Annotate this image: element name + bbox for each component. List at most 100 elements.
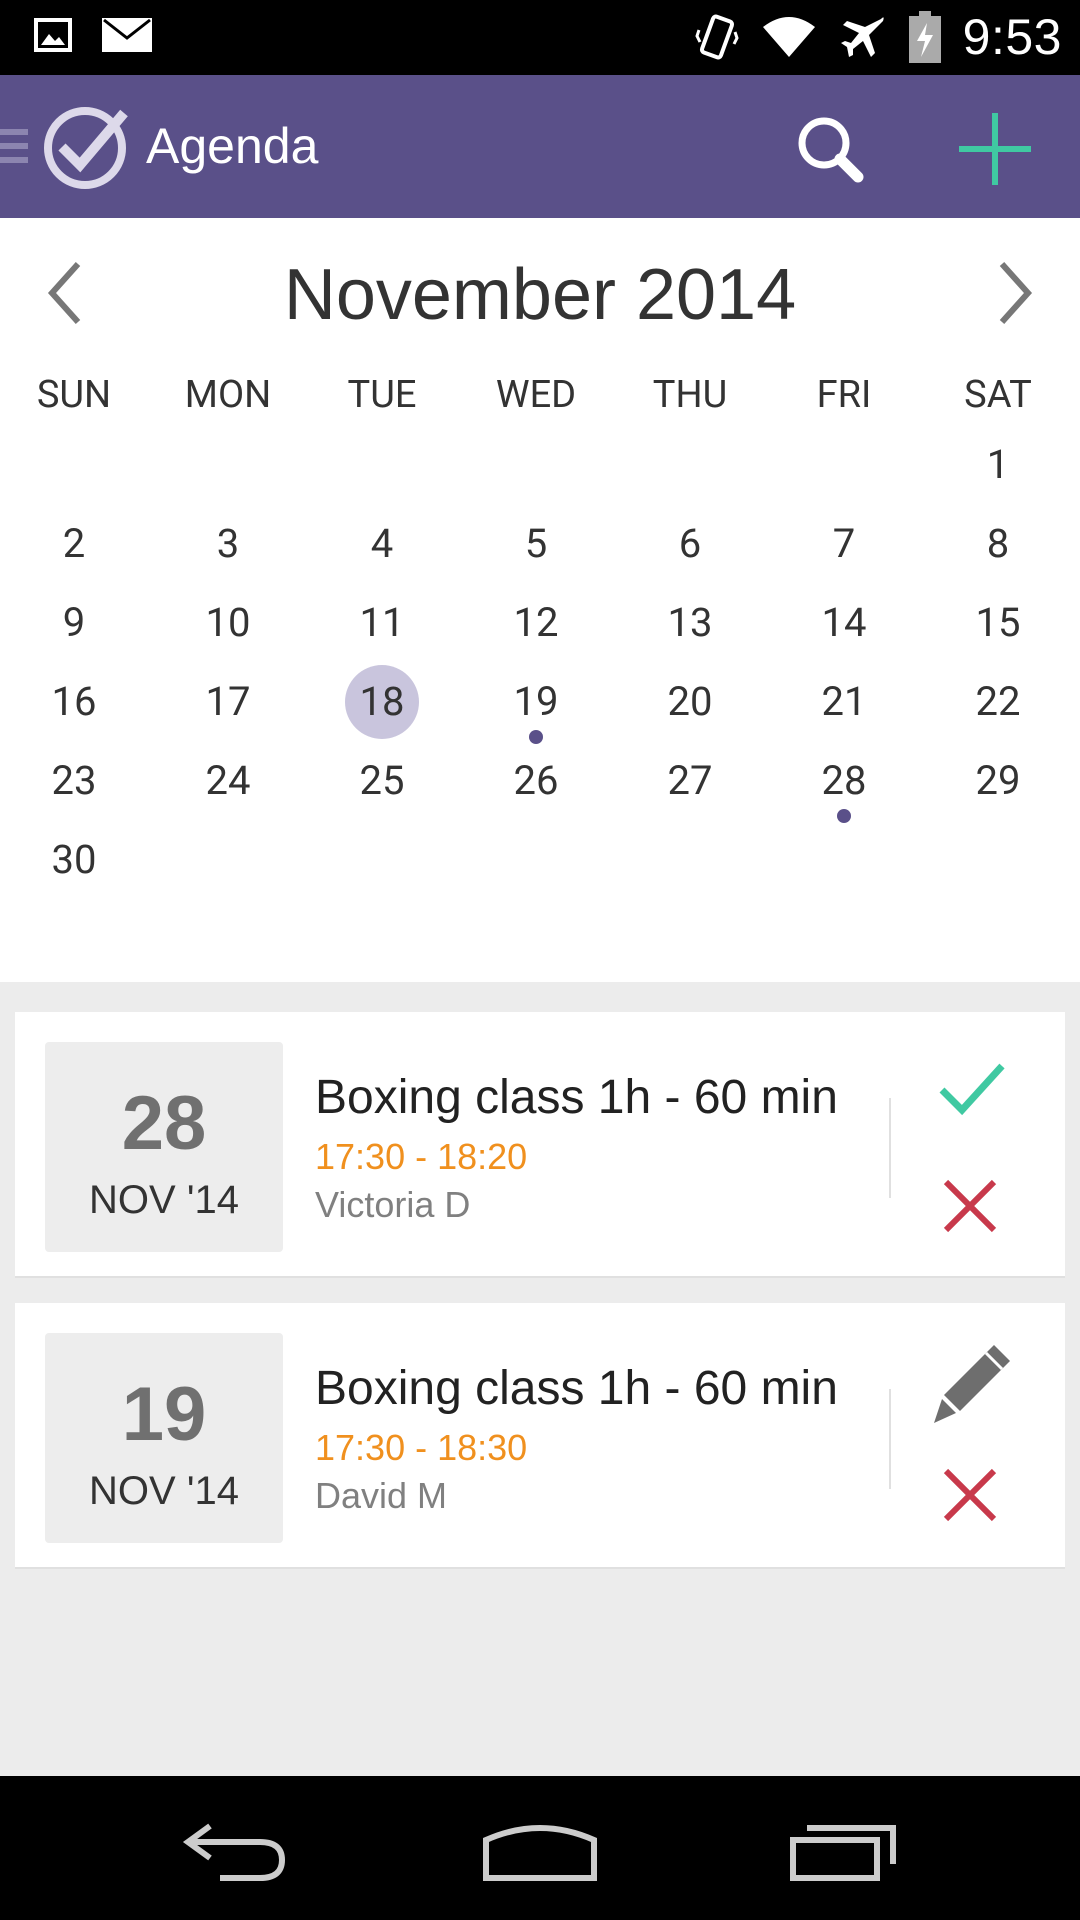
- calendar-day[interactable]: 15: [958, 583, 1038, 663]
- event-title: Boxing class 1h - 60 min: [315, 1071, 838, 1124]
- system-nav-bar: [0, 1776, 1080, 1920]
- calendar-day[interactable]: 13: [650, 583, 730, 663]
- page-title: Agenda: [146, 118, 319, 174]
- calendar-day[interactable]: 24: [188, 741, 268, 821]
- mail-notification-icon: [102, 18, 152, 52]
- calendar-day[interactable]: 26: [496, 741, 576, 821]
- calendar-day[interactable]: 12: [496, 583, 576, 663]
- calendar-day[interactable]: 14: [804, 583, 884, 663]
- calendar-day[interactable]: 11: [342, 583, 422, 663]
- checkmark-logo-icon[interactable]: [42, 105, 128, 191]
- status-bar: 9:53: [0, 0, 1080, 75]
- day-number: 23: [51, 757, 97, 804]
- calendar-day[interactable]: 17: [188, 662, 268, 742]
- date-box: 28 NOV '14: [45, 1042, 283, 1252]
- wifi-icon: [762, 17, 815, 57]
- event-title: Boxing class 1h - 60 min: [315, 1362, 838, 1415]
- day-number: 15: [975, 599, 1021, 646]
- day-grid: 1 2 3 4 5 6 7 8 9 10 11 12 13 14 15 16 17 18 19 20 21 22 23 24 2…: [0, 218, 1080, 982]
- back-icon[interactable]: [180, 1816, 290, 1886]
- calendar-day[interactable]: 4: [342, 504, 422, 584]
- day-number: 24: [205, 757, 251, 804]
- calendar-day[interactable]: 8: [958, 504, 1038, 584]
- event-person: David M: [315, 1475, 448, 1516]
- calendar-day[interactable]: 23: [34, 741, 114, 821]
- vibrate-icon: [695, 14, 739, 60]
- image-notification-icon: [34, 18, 72, 52]
- day-number: 4: [370, 520, 394, 567]
- calendar-day[interactable]: 5: [496, 504, 576, 584]
- close-icon[interactable]: [920, 1160, 1020, 1250]
- date-day: 28: [121, 1081, 207, 1166]
- calendar-day[interactable]: 16: [34, 662, 114, 742]
- day-number: 12: [513, 599, 559, 646]
- day-number: 16: [51, 678, 97, 725]
- event-person: Victoria D: [315, 1184, 471, 1225]
- calendar-day[interactable]: 7: [804, 504, 884, 584]
- event-time: 17:30 - 18:20: [315, 1136, 528, 1177]
- calendar-day[interactable]: 21: [804, 662, 884, 742]
- agenda-card[interactable]: 19 NOV '14 Boxing class 1h - 60 min 17:3…: [15, 1303, 1065, 1569]
- day-number: 25: [359, 757, 405, 804]
- date-month: NOV '14: [89, 1469, 239, 1513]
- day-number: 19: [513, 678, 559, 725]
- calendar-day[interactable]: 28: [804, 741, 884, 823]
- calendar-day[interactable]: 2: [34, 504, 114, 584]
- day-number: 21: [821, 678, 867, 725]
- close-icon[interactable]: [920, 1451, 1020, 1541]
- calendar-day[interactable]: 30: [34, 820, 114, 900]
- calendar-day[interactable]: 20: [650, 662, 730, 742]
- date-month: NOV '14: [89, 1178, 239, 1222]
- app-bar: Agenda: [0, 75, 1080, 218]
- agenda-card[interactable]: 28 NOV '14 Boxing class 1h - 60 min 17:3…: [15, 1012, 1065, 1278]
- calendar-day[interactable]: 19: [496, 662, 576, 744]
- pencil-icon[interactable]: [920, 1339, 1020, 1429]
- airplane-icon: [840, 17, 884, 57]
- day-number: 18: [359, 678, 405, 725]
- search-icon[interactable]: [790, 109, 870, 189]
- calendar-day[interactable]: 27: [650, 741, 730, 821]
- day-number: 1: [986, 441, 1010, 488]
- day-number: 9: [62, 599, 86, 646]
- calendar-day[interactable]: 3: [188, 504, 268, 584]
- calendar-day[interactable]: 18: [342, 662, 422, 742]
- divider: [889, 1389, 891, 1489]
- day-number: 7: [832, 520, 856, 567]
- day-number: 28: [821, 757, 867, 804]
- day-number: 14: [821, 599, 867, 646]
- day-number: 11: [359, 599, 405, 646]
- event-time: 17:30 - 18:30: [315, 1427, 528, 1468]
- check-icon[interactable]: [920, 1048, 1020, 1138]
- calendar-day[interactable]: 25: [342, 741, 422, 821]
- battery-charging-icon: [908, 11, 941, 63]
- add-icon[interactable]: [955, 109, 1035, 189]
- status-time: 9:53: [962, 9, 1062, 65]
- day-number: 8: [986, 520, 1010, 567]
- day-number: 6: [678, 520, 702, 567]
- calendar-day[interactable]: 9: [34, 583, 114, 663]
- day-number: 3: [216, 520, 240, 567]
- day-number: 13: [667, 599, 713, 646]
- date-day: 19: [121, 1372, 207, 1457]
- calendar-day[interactable]: 22: [958, 662, 1038, 742]
- calendar-day[interactable]: 29: [958, 741, 1038, 821]
- day-number: 20: [667, 678, 713, 725]
- day-number: 10: [205, 599, 251, 646]
- day-number: 17: [205, 678, 251, 725]
- day-number: 26: [513, 757, 559, 804]
- calendar: November 2014 SUN MON TUE WED THU FRI SAT 1234…: [0, 218, 1080, 982]
- home-icon[interactable]: [480, 1816, 600, 1886]
- calendar-day[interactable]: 6: [650, 504, 730, 584]
- day-number: 27: [667, 757, 713, 804]
- day-number: 30: [51, 836, 97, 883]
- drawer-icon[interactable]: [0, 127, 30, 167]
- day-number: 5: [524, 520, 548, 567]
- calendar-day[interactable]: 1: [958, 425, 1038, 505]
- day-number: 22: [975, 678, 1021, 725]
- day-number: 2: [62, 520, 86, 567]
- divider: [889, 1098, 891, 1198]
- day-number: 29: [975, 757, 1021, 804]
- calendar-day[interactable]: 10: [188, 583, 268, 663]
- event-dot: [837, 809, 851, 823]
- recent-apps-icon[interactable]: [785, 1816, 905, 1886]
